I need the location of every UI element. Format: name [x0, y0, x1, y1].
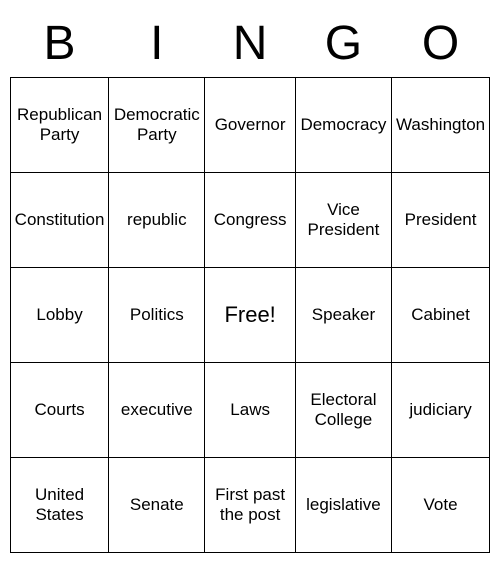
header-n: N: [205, 10, 295, 78]
bingo-cell[interactable]: Congress: [205, 173, 295, 268]
bingo-cell[interactable]: Electoral College: [295, 363, 391, 458]
bingo-cell[interactable]: Constitution: [11, 173, 109, 268]
bingo-cell[interactable]: Senate: [109, 458, 205, 553]
bingo-row: United States Senate First past the post…: [11, 458, 490, 553]
bingo-card: B I N G O Republican Party Democratic Pa…: [10, 10, 490, 553]
bingo-row: Constitution republic Congress Vice Pres…: [11, 173, 490, 268]
bingo-cell[interactable]: Speaker: [295, 268, 391, 363]
header-b: B: [11, 10, 109, 78]
bingo-cell[interactable]: Governor: [205, 78, 295, 173]
bingo-cell[interactable]: Cabinet: [392, 268, 490, 363]
bingo-cell[interactable]: President: [392, 173, 490, 268]
header-g: G: [295, 10, 391, 78]
bingo-cell[interactable]: Republican Party: [11, 78, 109, 173]
bingo-header-row: B I N G O: [11, 10, 490, 78]
bingo-cell[interactable]: Lobby: [11, 268, 109, 363]
bingo-cell[interactable]: Washington: [392, 78, 490, 173]
bingo-cell[interactable]: Democratic Party: [109, 78, 205, 173]
bingo-cell[interactable]: First past the post: [205, 458, 295, 553]
bingo-cell[interactable]: judiciary: [392, 363, 490, 458]
bingo-cell[interactable]: republic: [109, 173, 205, 268]
bingo-row: Lobby Politics Free! Speaker Cabinet: [11, 268, 490, 363]
header-i: I: [109, 10, 205, 78]
bingo-free-cell[interactable]: Free!: [205, 268, 295, 363]
bingo-cell[interactable]: Politics: [109, 268, 205, 363]
bingo-cell[interactable]: Laws: [205, 363, 295, 458]
bingo-row: Republican Party Democratic Party Govern…: [11, 78, 490, 173]
bingo-cell[interactable]: Vice President: [295, 173, 391, 268]
bingo-cell[interactable]: United States: [11, 458, 109, 553]
header-o: O: [392, 10, 490, 78]
bingo-cell[interactable]: Democracy: [295, 78, 391, 173]
bingo-cell[interactable]: legislative: [295, 458, 391, 553]
bingo-cell[interactable]: Courts: [11, 363, 109, 458]
bingo-row: Courts executive Laws Electoral College …: [11, 363, 490, 458]
bingo-cell[interactable]: executive: [109, 363, 205, 458]
bingo-cell[interactable]: Vote: [392, 458, 490, 553]
